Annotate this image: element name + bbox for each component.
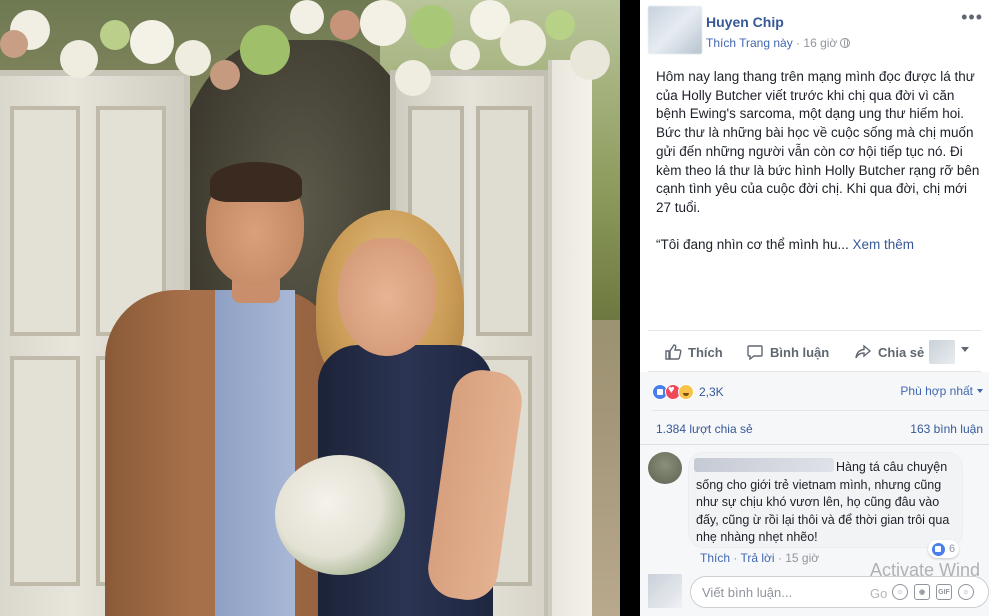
white-door-far: [548, 60, 592, 616]
post-text: Hôm nay lang thang trên mạng mình đọc đư…: [656, 68, 982, 272]
comment-time[interactable]: 15 giờ: [785, 551, 819, 565]
share-as-avatar[interactable]: [929, 340, 955, 364]
post-excerpt: “Tôi đang nhìn cơ thể mình hu...: [656, 236, 849, 252]
sad-reaction-icon: [678, 384, 694, 400]
comment-reply-link[interactable]: Trả lời: [740, 551, 774, 565]
sticker-icon[interactable]: ☺: [958, 584, 974, 600]
comment-icon: [747, 345, 763, 361]
chevron-down-icon[interactable]: [961, 347, 969, 352]
current-user-avatar: [648, 574, 682, 608]
sort-label: Phù hợp nhất: [900, 384, 973, 398]
post-time[interactable]: 16 giờ: [803, 36, 837, 50]
flower-bouquet: [275, 455, 405, 575]
commenter-avatar[interactable]: [648, 452, 682, 484]
post-paragraph-1: Hôm nay lang thang trên mạng mình đọc đư…: [656, 69, 980, 215]
divider: [640, 444, 989, 445]
gif-icon[interactable]: GIF: [936, 584, 952, 600]
meta-separator: ·: [792, 36, 804, 50]
post-meta: Thích Trang này · 16 giờ: [706, 36, 851, 50]
post-photo[interactable]: [0, 0, 620, 616]
see-more-link[interactable]: Xem thêm: [852, 237, 914, 252]
camera-icon[interactable]: ◉: [914, 584, 930, 600]
action-bar: Thích Bình luận Chia sẻ: [648, 330, 981, 372]
like-page-link[interactable]: Thích Trang này: [706, 36, 793, 50]
comment-sort-dropdown[interactable]: Phù hợp nhất: [900, 384, 983, 398]
comment-text: Hàng tá câu chuyện sống cho giới trẻ vie…: [696, 460, 950, 544]
page-avatar[interactable]: [648, 6, 702, 54]
shares-count[interactable]: 1.384 lượt chia sẻ: [656, 422, 753, 436]
post-side-panel: Huyen Chip Thích Trang này · 16 giờ ••• …: [640, 0, 989, 616]
more-dots-icon[interactable]: •••: [961, 8, 983, 26]
share-arrow-icon: [855, 344, 872, 359]
floral-garland: [0, 0, 620, 110]
man-hair: [210, 162, 302, 202]
activate-windows-subtext: Go: [870, 586, 888, 601]
post-paragraph-2: “Tôi đang nhìn cơ thể mình hu... Xem thê…: [656, 236, 982, 255]
reactions-count[interactable]: 2,3K: [699, 385, 724, 399]
globe-icon: [840, 38, 851, 48]
comments-count[interactable]: 163 bình luận: [910, 422, 983, 436]
man-shirt: [215, 290, 295, 616]
like-reaction-icon: [932, 542, 945, 556]
divider: [652, 410, 989, 411]
post-header: Huyen Chip Thích Trang này · 16 giờ •••: [640, 0, 989, 62]
share-button[interactable]: Chia sẻ: [854, 343, 924, 361]
chevron-down-icon: [977, 389, 983, 393]
comment-reactions-badge[interactable]: 6: [928, 540, 960, 558]
comment-label: Bình luận: [770, 344, 830, 360]
comment-actions: Thích · Trả lời · 15 giờ: [700, 551, 820, 565]
reactions-summary[interactable]: 2,3K: [652, 382, 724, 402]
activate-windows-watermark: Activate Wind: [870, 560, 981, 580]
comment-like-link[interactable]: Thích: [700, 551, 730, 565]
woman-face: [338, 238, 436, 356]
comment-input-placeholder: Viết bình luận...: [702, 585, 793, 600]
like-label: Thích: [688, 344, 723, 360]
author-name[interactable]: Huyen Chip: [706, 14, 784, 30]
share-label: Chia sẻ: [878, 344, 925, 360]
comment-like-count: 6: [949, 543, 956, 555]
comment-button[interactable]: Bình luận: [746, 343, 829, 361]
thumbs-up-icon: [665, 344, 682, 360]
comment-input-tools: ☺ ◉ GIF ☺: [892, 584, 974, 600]
like-button[interactable]: Thích: [664, 343, 723, 361]
emoji-icon[interactable]: ☺: [892, 584, 908, 600]
